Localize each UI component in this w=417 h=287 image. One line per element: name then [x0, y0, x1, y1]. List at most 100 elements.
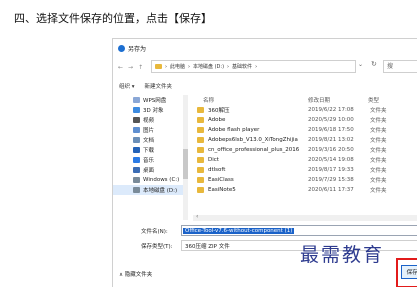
folder-icon	[197, 137, 204, 143]
highlight-box	[396, 258, 417, 287]
document-icon	[133, 137, 140, 143]
up-icon[interactable]: ↑	[138, 64, 143, 71]
sidebar-item-label: 图片	[143, 128, 155, 134]
sidebar-item-windows-c[interactable]: Windows (C:)	[113, 175, 188, 185]
list-item[interactable]: Adobeps6lsb_V13.0_XiTongZhijia 2019/8/21 …	[193, 135, 417, 145]
folder-icon	[197, 107, 204, 113]
drive-icon	[133, 177, 140, 183]
file-type: 文件夹	[370, 188, 387, 194]
refresh-icon[interactable]: ↻	[371, 60, 377, 68]
chevron-down-icon[interactable]: ⌄	[358, 61, 363, 68]
picture-icon	[133, 127, 140, 133]
app-icon	[118, 44, 125, 52]
cloud-icon	[133, 97, 140, 103]
folder-icon	[155, 64, 162, 69]
back-icon[interactable]: ←	[118, 64, 123, 71]
file-list-horizontal-scrollbar[interactable]: ‹	[193, 213, 417, 221]
file-name: Adobe	[208, 117, 226, 123]
address-bar[interactable]: › 此电脑 › 本地磁盘 (D:) › 基础软件 ›	[151, 60, 356, 73]
filetype-value: 360压缩 ZIP 文件	[185, 243, 230, 250]
sidebar-item-videos[interactable]: 视频	[113, 115, 188, 125]
toolbar: 组织 ▾ 新建文件夹	[113, 79, 417, 93]
instruction-text: 四、选择文件保存的位置，点击【保存】	[14, 12, 212, 25]
sidebar-item-label: 文档	[143, 138, 155, 144]
file-date: 2019/8/21 13:02	[308, 137, 354, 143]
path-separator: ›	[255, 63, 258, 70]
filename-input[interactable]: Office-Tool-v7.6-without-component (1)	[181, 225, 417, 236]
file-date: 2019/8/17 19:33	[308, 167, 354, 173]
desktop-icon	[133, 167, 140, 173]
sidebar-item-label: 桌面	[143, 168, 155, 174]
sidebar-item-documents[interactable]: 文档	[113, 135, 188, 145]
list-item[interactable]: Adobe 2020/5/29 10:00 文件夹	[193, 115, 417, 125]
list-item[interactable]: cn_office_professional_plus_2016 2019/3/1…	[193, 145, 417, 155]
folder-icon	[197, 167, 204, 173]
sidebar-item-label: WPS网盘	[143, 98, 167, 104]
sidebar-item-downloads[interactable]: 下载	[113, 145, 188, 155]
file-date: 2019/7/29 15:38	[308, 177, 354, 183]
file-type: 文件夹	[370, 148, 387, 154]
file-date: 2019/3/16 20:50	[308, 147, 354, 153]
hide-folders-toggle[interactable]: ∧ 隐藏文件夹	[119, 270, 152, 278]
file-name: dtlsoft	[208, 167, 226, 173]
file-type: 文件夹	[370, 168, 387, 174]
column-header-type[interactable]: 类型	[368, 96, 379, 104]
path-segment-drive[interactable]: 本地磁盘 (D:)	[193, 63, 224, 70]
path-separator: ›	[188, 63, 191, 70]
sidebar-item-label: 下载	[143, 148, 155, 154]
sidebar-item-music[interactable]: 音乐	[113, 155, 188, 165]
file-name: 360解压	[208, 108, 230, 114]
folder-icon	[197, 177, 204, 183]
file-type: 文件夹	[370, 108, 387, 114]
navigation-pane: WPS网盘 3D 对象 视频 图片 文档 下载 音乐 桌面 Windows (C…	[113, 95, 188, 220]
folder-icon	[197, 157, 204, 163]
file-name: Adobeps6lsb_V13.0_XiTongZhijia	[208, 137, 298, 143]
path-separator: ›	[165, 63, 167, 70]
sidebar-item-label: 音乐	[143, 158, 155, 164]
file-date: 2020/5/14 19:08	[308, 157, 354, 163]
cube-icon	[133, 107, 140, 113]
download-icon	[133, 147, 140, 153]
forward-icon[interactable]: →	[128, 64, 133, 71]
sidebar-item-label: 3D 对象	[143, 108, 164, 114]
file-list: 名称 修改日期 类型 360解压 2019/6/22 17:08 文件夹 Adobe…	[193, 95, 417, 215]
sidebar-item-wps-cloud[interactable]: WPS网盘	[113, 95, 188, 105]
file-date: 2019/6/22 17:08	[308, 107, 354, 113]
filename-label: 文件名(N):	[141, 229, 168, 235]
list-item[interactable]: EasiNote5 2020/6/11 17:37 文件夹	[193, 185, 417, 195]
dialog-titlebar: 另存为	[113, 39, 417, 57]
music-icon	[133, 157, 140, 163]
sidebar-scrollbar-thumb[interactable]	[183, 149, 188, 179]
list-item[interactable]: EasiClass 2019/7/29 15:38 文件夹	[193, 175, 417, 185]
scroll-left-icon[interactable]: ‹	[196, 213, 198, 220]
path-segment-pc[interactable]: 此电脑	[170, 63, 185, 70]
folder-icon	[197, 187, 204, 193]
file-type: 文件夹	[370, 158, 387, 164]
sidebar-item-local-disk-d[interactable]: 本地磁盘 (D:)	[113, 185, 188, 195]
path-segment-folder[interactable]: 基础软件	[232, 63, 252, 70]
file-list-header: 名称 修改日期 类型	[193, 95, 417, 105]
sidebar-item-label: Windows (C:)	[143, 177, 180, 183]
sidebar-item-pictures[interactable]: 图片	[113, 125, 188, 135]
file-type: 文件夹	[370, 128, 387, 134]
folder-icon	[197, 127, 204, 133]
file-name: EasiNote5	[208, 187, 236, 193]
filename-value: Office-Tool-v7.6-without-component (1)	[183, 227, 295, 234]
sidebar-item-desktop[interactable]: 桌面	[113, 165, 188, 175]
sidebar-item-3d-objects[interactable]: 3D 对象	[113, 105, 188, 115]
list-item[interactable]: Dict 2020/5/14 19:08 文件夹	[193, 155, 417, 165]
file-type: 文件夹	[370, 138, 387, 144]
path-separator: ›	[227, 63, 230, 70]
list-item[interactable]: dtlsoft 2019/8/17 19:33 文件夹	[193, 165, 417, 175]
search-input[interactable]: 搜	[383, 60, 417, 73]
list-item[interactable]: Adobe flash player 2019/6/18 17:50 文件夹	[193, 125, 417, 135]
file-name: Adobe flash player	[208, 127, 260, 133]
organize-button[interactable]: 组织 ▾	[119, 82, 135, 90]
column-header-name[interactable]: 名称	[193, 96, 308, 104]
list-item[interactable]: 360解压 2019/6/22 17:08 文件夹	[193, 105, 417, 115]
file-name: Dict	[208, 157, 219, 163]
column-header-date[interactable]: 修改日期	[308, 96, 368, 104]
sidebar-item-label: 视频	[143, 118, 155, 124]
new-folder-button[interactable]: 新建文件夹	[145, 82, 173, 90]
dialog-title: 另存为	[128, 45, 147, 53]
